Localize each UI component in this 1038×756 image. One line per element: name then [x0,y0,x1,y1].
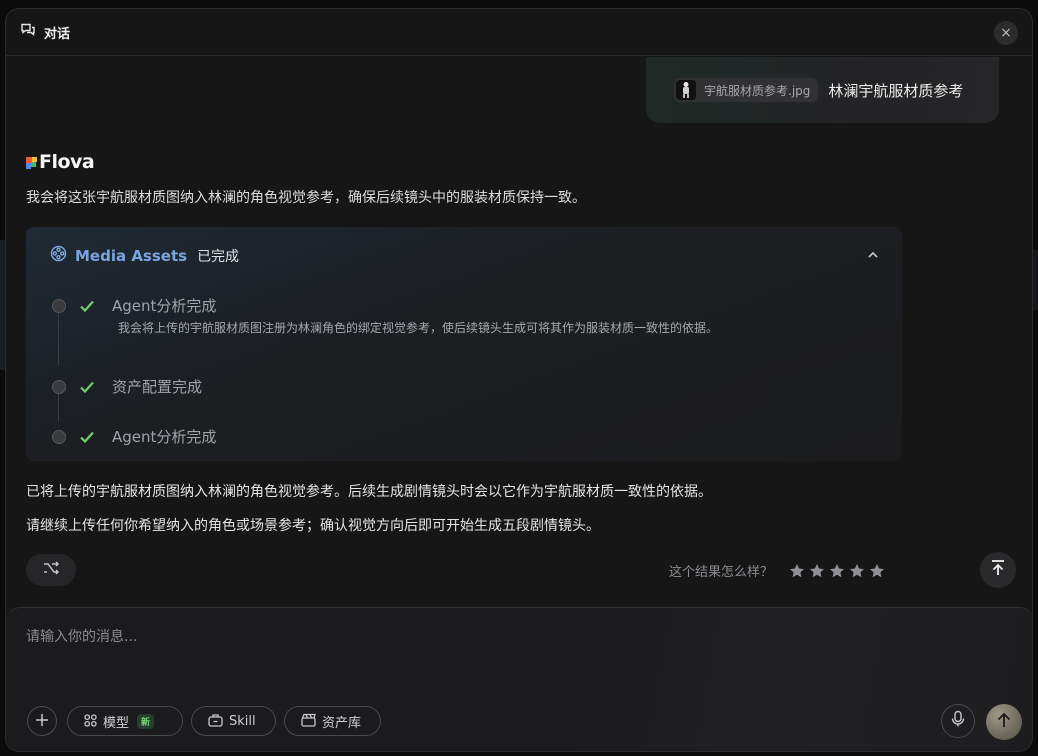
step-item: Agent分析完成 [52,295,216,316]
attachment-chip[interactable]: 宇航服材质参考.jpg [674,78,819,102]
voice-input-button[interactable] [941,704,975,738]
new-badge: 新 [137,713,155,729]
star-icon[interactable] [849,563,865,579]
grid-icon [84,712,97,731]
model-button[interactable]: 模型 新 [67,706,183,736]
asset-library-button[interactable]: 资产库 [284,706,381,736]
star-icon[interactable] [809,563,825,579]
add-attachment-button[interactable] [27,706,57,736]
attachment-thumbnail [676,80,696,100]
feedback-rating: 这个结果怎么样？ [669,561,889,580]
step-dot [52,379,66,394]
brand-name: Flova [39,151,95,173]
step-label: Agent分析完成 [112,297,217,315]
star-icon[interactable] [869,563,885,579]
step-dot [52,298,66,313]
star-icon[interactable] [829,563,845,579]
assistant-intro-text: 我会将这张宇航服材质图纳入林澜的角色视觉参考，确保后续镜头中的服装材质保持一致。 [26,190,586,206]
feedback-question: 这个结果怎么样？ [669,565,774,580]
user-message-bubble: 宇航服材质参考.jpg 林澜宇航服材质参考 [646,57,999,123]
microphone-icon [951,710,965,732]
timeline-connector [58,313,59,365]
shuffle-icon [42,560,60,580]
user-message-text: 林澜宇航服材质参考 [828,81,964,100]
scroll-to-top-button[interactable] [980,552,1016,588]
timeline-connector [58,393,59,421]
attachment-filename: 宇航服材质参考.jpg [704,83,811,98]
media-assets-panel: Media Assets 已完成 Agent分析完成 我会将上传的宇航服材质图注… [26,227,902,461]
dialog-title: 对话 [44,26,71,42]
toolbox-icon [208,712,223,731]
checkmark-icon [78,378,96,396]
checkmark-icon [78,297,96,315]
step-label: Agent分析完成 [112,428,217,446]
skill-button[interactable]: Skill [191,706,276,736]
step-item: Agent分析完成 [52,426,216,447]
chevron-up-icon[interactable] [866,247,880,261]
chat-bubbles-icon [20,22,36,42]
film-reel-icon [50,245,67,266]
media-assets-title: Media Assets [75,246,188,265]
asset-library-label: 资产库 [322,715,362,731]
message-composer: 模型 新 Skill 资产库 [6,607,1032,751]
clapperboard-icon [301,712,316,731]
arrow-up-to-line-icon [990,559,1006,581]
close-icon: × [1000,25,1012,41]
star-icon[interactable] [789,563,805,579]
assistant-followup-text: 请继续上传任何你希望纳入的角色或场景参考；确认视觉方向后即可开始生成五段剧情镜头… [26,518,600,534]
model-label: 模型 [103,715,130,731]
assistant-brand: Flova [26,151,95,173]
skill-label: Skill [229,713,256,729]
regenerate-button[interactable] [26,554,76,586]
media-assets-header[interactable]: Media Assets 已完成 [50,245,239,266]
plus-icon [35,712,49,731]
media-assets-status: 已完成 [197,248,240,265]
chat-dialog: 对话 × 宇航服材质参考.jpg 林澜宇航服材质参考 Flova 我会将这张宇航… [5,8,1033,752]
dialog-header: 对话 × [6,9,1032,56]
flova-logo-icon [26,155,38,169]
arrow-up-icon [997,712,1011,732]
checkmark-icon [78,428,96,446]
close-button[interactable]: × [994,21,1018,45]
step-item: 资产配置完成 [52,376,202,397]
step-dot [52,429,66,444]
message-input[interactable] [26,624,926,650]
send-button[interactable] [986,704,1022,740]
step-label: 资产配置完成 [112,378,203,396]
assistant-result-text: 已将上传的宇航服材质图纳入林澜的角色视觉参考。后续生成剧情镜头时会以它作为宇航服… [26,484,712,500]
step-description: 我会将上传的宇航服材质图注册为林澜角色的绑定视觉参考，使后续镜头生成可将其作为服… [118,321,719,335]
